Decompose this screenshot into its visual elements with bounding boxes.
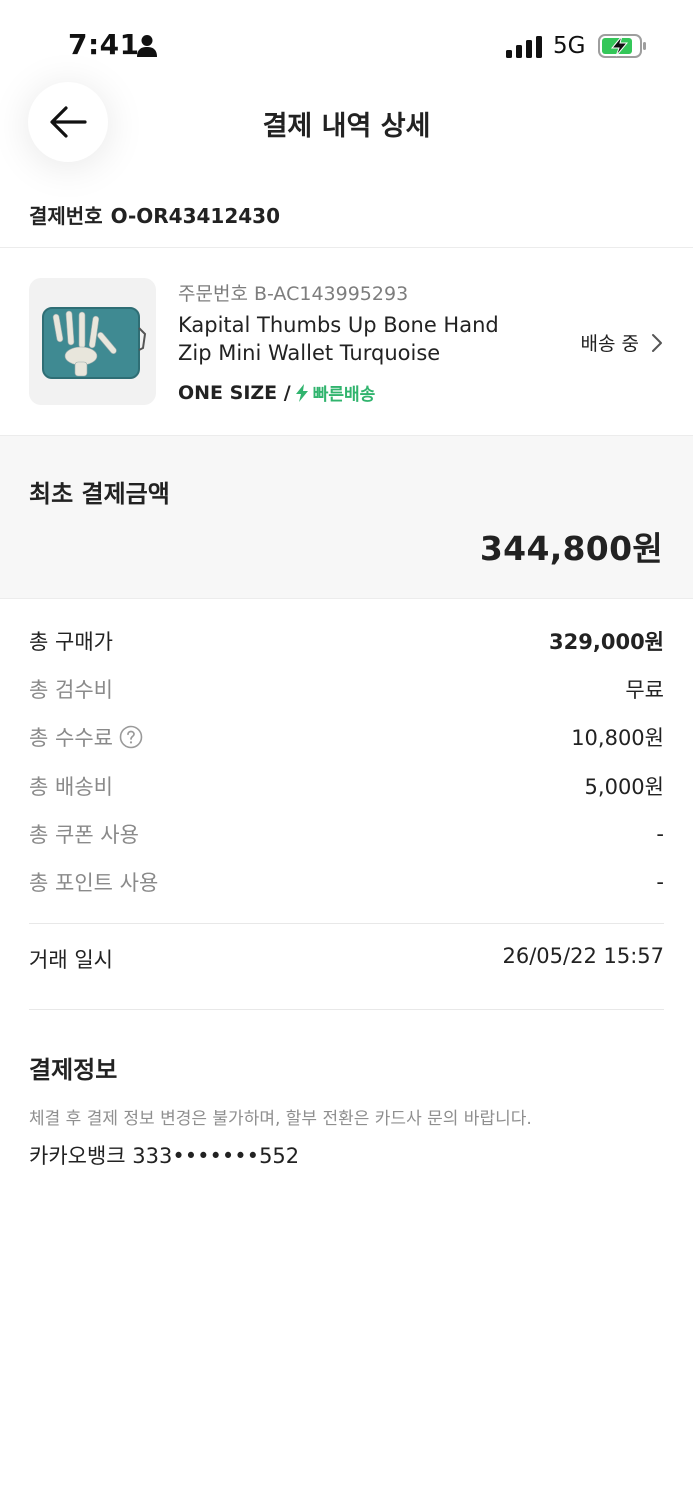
payment-info-note: 체결 후 결제 정보 변경은 불가하며, 할부 전환은 카드사 문의 바랍니다.	[29, 1109, 532, 1129]
breakdown-value: 329,000원	[549, 630, 664, 655]
breakdown-label: 총 검수비	[29, 678, 113, 703]
breakdown-value: 10,800원	[571, 726, 664, 751]
status-bar: 7:41 5G	[0, 0, 693, 92]
product-option: ONE SIZE / 빠른배송	[178, 380, 376, 406]
breakdown-row: 총 수수료 10,800원	[29, 713, 664, 761]
product-thumbnail	[29, 278, 156, 405]
breakdown-label: 총 배송비	[29, 774, 113, 799]
product-name: Kapital Thumbs Up Bone Hand Zip Mini Wal…	[178, 313, 499, 365]
fast-delivery-label: 빠른배송	[312, 385, 376, 405]
payment-number: 결제번호 O-OR43412430	[29, 200, 280, 229]
page-title: 결제 내역 상세	[262, 111, 431, 142]
breakdown-label-with-help: 총 수수료	[29, 722, 143, 752]
breakdown-row: 총 포인트 사용 -	[29, 858, 664, 906]
status-time: 7:41	[68, 28, 140, 61]
payment-number-value: O-OR43412430	[110, 204, 281, 228]
person-icon	[137, 35, 157, 57]
breakdown-label: 총 쿠폰 사용	[29, 822, 139, 847]
breakdown-value: -	[656, 821, 664, 846]
payment-method: 카카오뱅크 333•••••••552	[29, 1144, 300, 1168]
total-amount-value: 344,800원	[479, 529, 663, 568]
breakdown-label: 총 구매가	[29, 630, 113, 655]
wallet-image	[42, 307, 147, 379]
transaction-value: 26/05/22 15:57	[502, 944, 664, 968]
product-size: ONE SIZE /	[178, 381, 291, 404]
product-card[interactable]: 주문번호 B-AC143995293 Kapital Thumbs Up Bon…	[0, 249, 693, 435]
network-label: 5G	[553, 33, 586, 59]
divider	[0, 247, 693, 248]
payment-number-label: 결제번호	[29, 204, 103, 228]
payment-info-title: 결제정보	[29, 1056, 118, 1084]
header: 결제 내역 상세	[0, 82, 693, 164]
delivery-status-label: 배송 중	[580, 333, 639, 355]
breakdown-value: 5,000원	[584, 774, 664, 799]
order-number: 주문번호 B-AC143995293	[178, 283, 409, 305]
breakdown-row: 총 쿠폰 사용 -	[29, 810, 664, 858]
breakdown-row: 총 검수비 무료	[29, 665, 664, 713]
battery-charging-icon	[598, 34, 646, 58]
breakdown-value: 무료	[625, 678, 664, 703]
breakdown-row: 총 배송비 5,000원	[29, 762, 664, 810]
divider	[29, 1009, 664, 1010]
help-circle-icon[interactable]	[119, 725, 143, 749]
breakdown-label: 총 수수료	[29, 726, 113, 751]
breakdown-value: -	[656, 870, 664, 895]
signal-icon	[506, 36, 542, 58]
price-breakdown: 총 구매가 329,000원 총 검수비 무료 총 수수료 10,800원 총 …	[29, 617, 664, 906]
delivery-status[interactable]: 배송 중	[581, 329, 663, 356]
transaction-row: 거래 일시 26/05/22 15:57	[29, 944, 664, 974]
breakdown-label: 총 포인트 사용	[29, 871, 159, 896]
chevron-right-icon	[652, 333, 662, 352]
total-amount-label: 최초 결제금액	[29, 480, 170, 508]
fast-delivery-badge: 빠른배송	[295, 380, 376, 405]
transaction-label: 거래 일시	[29, 948, 113, 972]
divider	[29, 923, 664, 924]
bolt-icon	[295, 383, 308, 402]
total-amount-section: 최초 결제금액 344,800원	[0, 435, 693, 599]
breakdown-row: 총 구매가 329,000원	[29, 617, 664, 665]
